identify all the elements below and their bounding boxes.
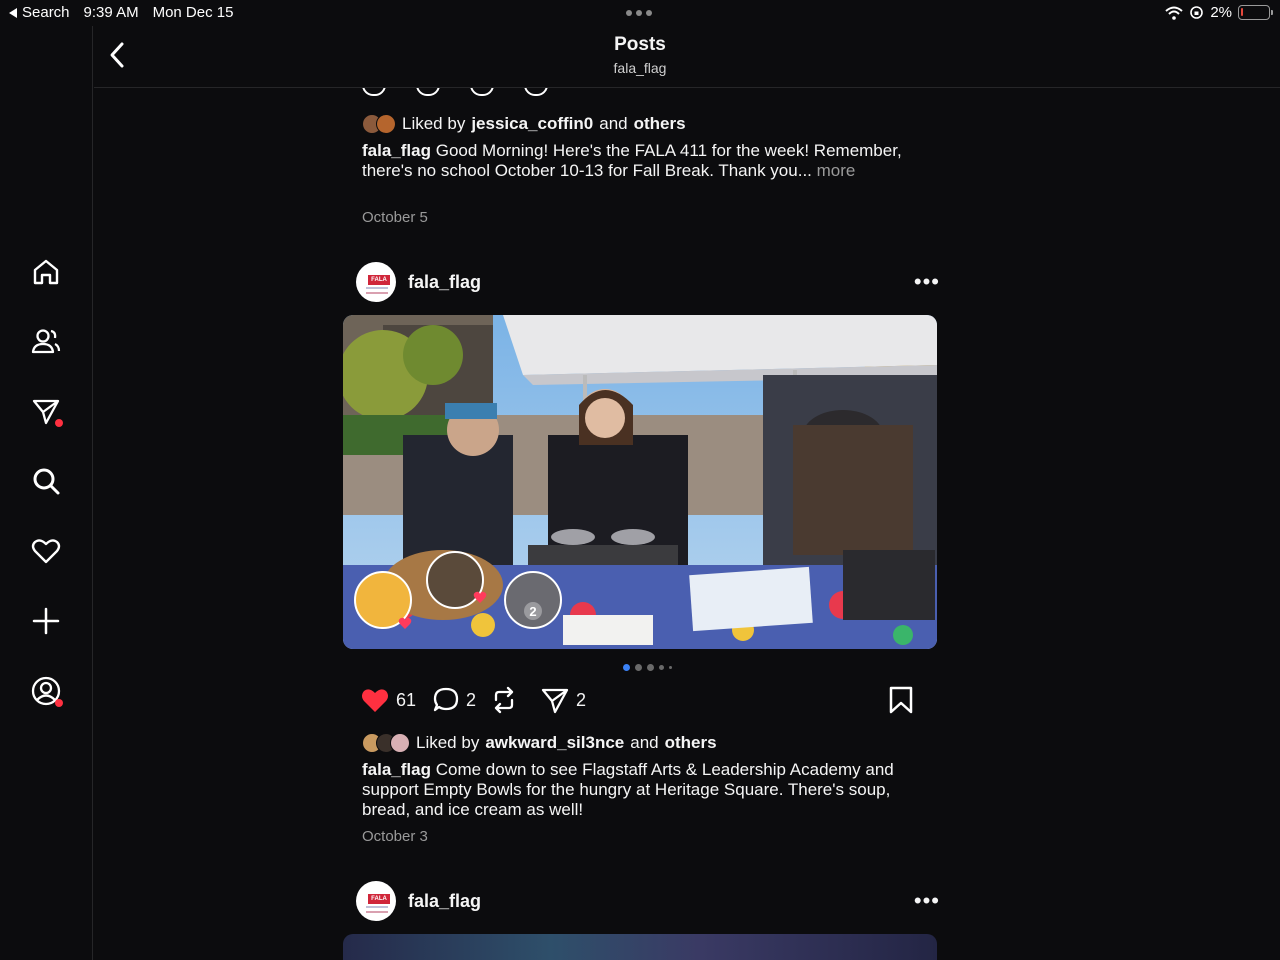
heart-icon xyxy=(31,539,61,564)
plus-icon xyxy=(32,607,60,635)
comment-icon xyxy=(433,687,459,712)
send-icon xyxy=(541,688,569,714)
battery-percent: 2% xyxy=(1210,4,1232,21)
sidebar-nav xyxy=(0,26,93,960)
event-photo-illustration: 2 xyxy=(343,315,937,649)
comment-count: 2 xyxy=(466,689,477,710)
post-likes[interactable]: Liked by awkward_sil3nce and others xyxy=(362,733,717,753)
users-icon xyxy=(31,329,61,354)
sidebar-item-activity[interactable] xyxy=(28,533,64,569)
carousel-dot xyxy=(635,664,642,671)
posts-feed[interactable]: Liked by jessica_coffin0 and others fala… xyxy=(94,88,1280,960)
repost-button[interactable] xyxy=(490,686,518,714)
home-icon xyxy=(33,259,59,285)
share-icon[interactable] xyxy=(524,88,548,96)
post-username[interactable]: fala_flag xyxy=(408,891,481,912)
post-username[interactable]: fala_flag xyxy=(408,272,481,293)
save-button[interactable] xyxy=(888,686,914,714)
page-title: Posts xyxy=(614,34,666,55)
back-triangle-icon xyxy=(9,7,17,18)
repost-icon[interactable] xyxy=(470,88,494,96)
like-count: 61 xyxy=(396,689,417,710)
wifi-icon xyxy=(1165,6,1183,20)
carousel-indicator xyxy=(623,664,672,671)
back-to-search-label: Search xyxy=(22,4,70,21)
heart-filled-icon xyxy=(362,689,388,712)
caption-username[interactable]: fala_flag xyxy=(362,141,431,160)
liked-by-user[interactable]: jessica_coffin0 xyxy=(471,114,593,134)
sidebar-item-following[interactable] xyxy=(28,323,64,359)
share-count: 2 xyxy=(576,689,587,710)
page-subtitle: fala_flag xyxy=(613,60,667,76)
avatar-logo: FALA xyxy=(368,275,390,285)
multitasking-dots-icon[interactable] xyxy=(626,10,652,16)
liked-by-and: and xyxy=(599,114,628,133)
next-post-header: FALA fala_flag ••• xyxy=(356,881,946,921)
sidebar-item-create[interactable] xyxy=(28,603,64,639)
caption-username[interactable]: fala_flag xyxy=(362,760,431,779)
repost-icon xyxy=(494,686,514,714)
profile-badge xyxy=(55,699,63,707)
previous-post-actions xyxy=(362,88,548,96)
comment-icon[interactable] xyxy=(416,88,440,96)
status-date: Mon Dec 15 xyxy=(152,4,234,21)
liked-by-others[interactable]: others xyxy=(665,733,717,753)
liked-by-user[interactable]: awkward_sil3nce xyxy=(485,733,624,753)
avatar-logo: FALA xyxy=(368,894,390,904)
caption-more-link[interactable]: more xyxy=(817,161,856,180)
share-button[interactable]: 2 xyxy=(540,686,586,714)
more-options-icon[interactable]: ••• xyxy=(914,888,940,914)
post-date: October 3 xyxy=(362,828,428,845)
previous-post-likes[interactable]: Liked by jessica_coffin0 and others xyxy=(362,114,686,134)
tag-count-badge: 2 xyxy=(529,604,536,619)
carousel-dot xyxy=(647,664,654,671)
more-options-icon[interactable]: ••• xyxy=(914,269,940,295)
liker-avatars xyxy=(362,733,410,753)
bookmark-icon xyxy=(889,686,913,714)
search-icon xyxy=(33,468,60,495)
back-to-search-link[interactable]: Search xyxy=(8,4,70,21)
comment-button[interactable]: 2 xyxy=(432,686,476,714)
liked-by-and: and xyxy=(630,733,659,752)
like-button[interactable]: 61 xyxy=(360,686,416,714)
post-header: FALA fala_flag ••• xyxy=(356,262,946,302)
like-icon[interactable] xyxy=(362,88,386,96)
sidebar-item-search[interactable] xyxy=(28,463,64,499)
messages-badge xyxy=(55,419,63,427)
sidebar-item-home[interactable] xyxy=(28,254,64,290)
carousel-dot xyxy=(659,665,664,670)
battery-icon xyxy=(1238,5,1273,20)
carousel-dot xyxy=(669,666,672,669)
posts-header: Posts fala_flag xyxy=(94,26,1280,88)
liked-by-prefix: Liked by xyxy=(416,733,480,752)
post-actions: 61 2 2 xyxy=(360,686,920,716)
avatar[interactable]: FALA xyxy=(356,262,396,302)
liker-avatars xyxy=(362,114,396,134)
sidebar-item-messages[interactable] xyxy=(28,393,64,429)
sidebar-item-profile[interactable] xyxy=(28,673,64,709)
post-photo[interactable]: 2 xyxy=(343,315,937,649)
liked-by-prefix: Liked by xyxy=(402,114,466,133)
previous-post-date: October 5 xyxy=(362,209,428,226)
liked-by-others[interactable]: others xyxy=(634,114,686,134)
post-caption: fala_flag Come down to see Flagstaff Art… xyxy=(362,760,922,820)
status-bar: Search 9:39 AM Mon Dec 15 2% xyxy=(0,0,1280,26)
avatar[interactable]: FALA xyxy=(356,881,396,921)
orientation-lock-icon xyxy=(1190,6,1204,19)
caption-text: Come down to see Flagstaff Arts & Leader… xyxy=(362,760,894,819)
previous-post-caption: fala_flag Good Morning! Here's the FALA … xyxy=(362,141,922,181)
carousel-dot xyxy=(623,664,630,671)
next-post-photo[interactable] xyxy=(343,934,937,960)
status-time: 9:39 AM xyxy=(83,4,139,21)
